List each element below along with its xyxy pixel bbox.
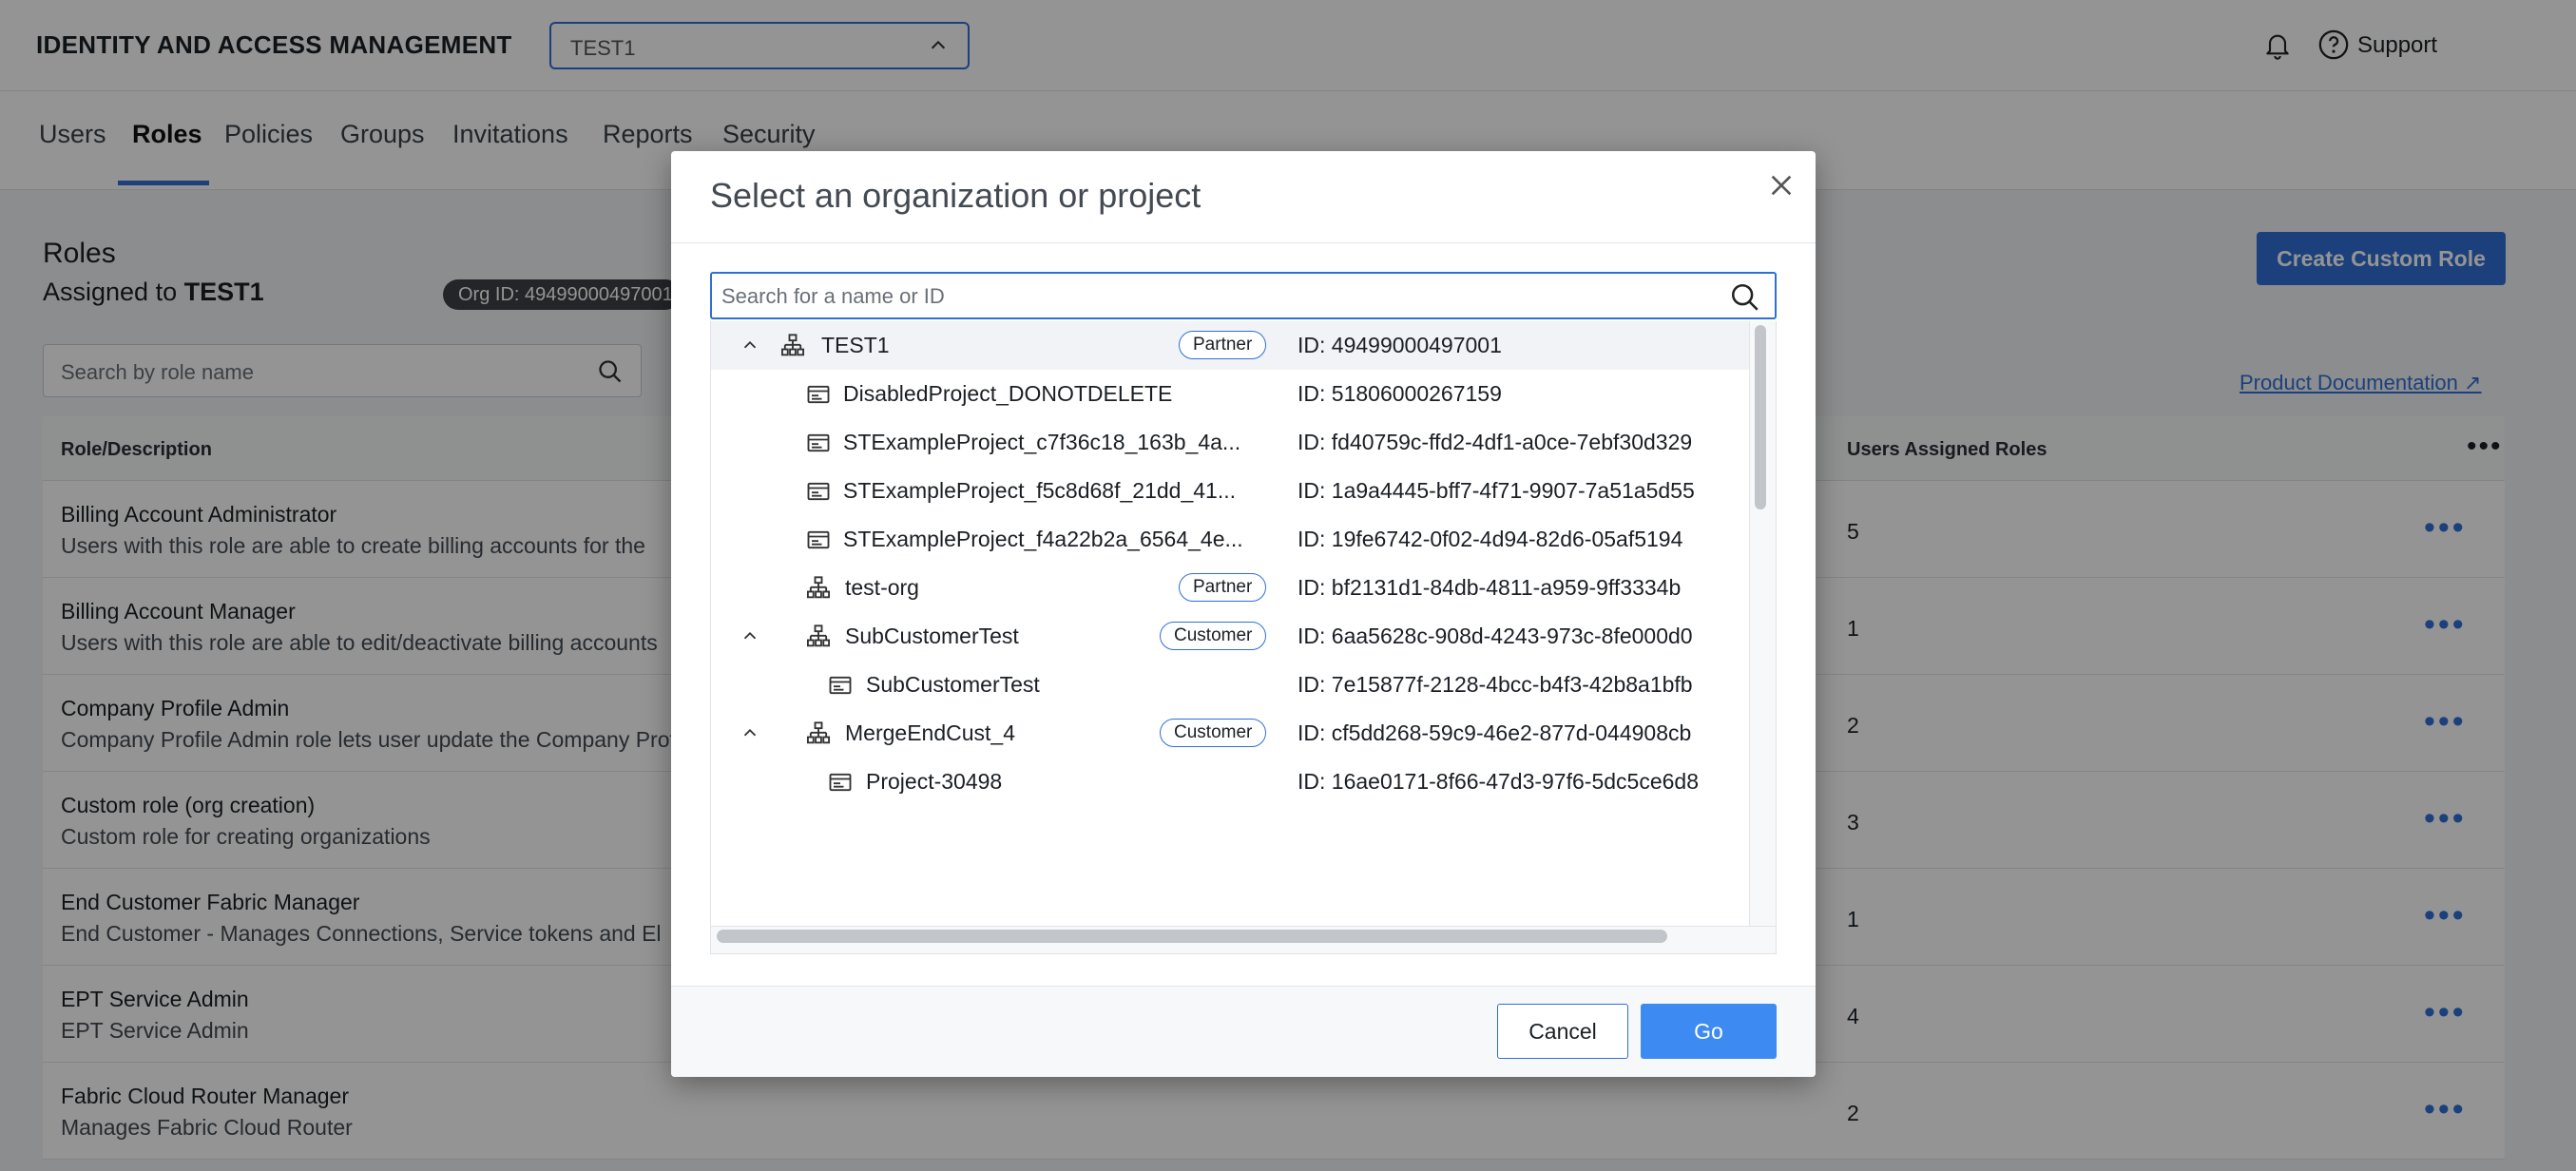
modal-divider <box>671 242 1816 243</box>
organization-icon <box>779 333 806 359</box>
chevron-up-icon[interactable] <box>740 625 760 646</box>
tree-row-organization[interactable]: MergeEndCust_4 Customer ID: cf5dd268-59c9-… <box>711 709 1749 758</box>
tree-item-name: STExampleProject_f5c8d68f_21dd_41... <box>843 478 1236 503</box>
tree-item-id: ID: 19fe6742-0f02-4d94-82d6-05af5194 <box>1298 527 1683 551</box>
tree-item-name: test-org <box>845 575 919 600</box>
project-icon <box>805 430 832 456</box>
org-search-input[interactable] <box>721 279 1701 314</box>
organization-icon <box>805 575 832 602</box>
go-button[interactable]: Go <box>1641 1004 1777 1059</box>
tree-item-id: ID: bf2131d1-84db-4811-a959-9ff3334b <box>1298 575 1682 600</box>
tree-item-name: MergeEndCust_4 <box>845 720 1015 745</box>
tree-item-id: ID: 49499000497001 <box>1298 333 1502 357</box>
organization-icon <box>805 720 832 747</box>
chevron-up-icon[interactable] <box>740 722 760 743</box>
tree-row-organization[interactable]: test-org Partner ID: bf2131d1-84db-4811-a9… <box>711 564 1749 612</box>
select-org-modal: Select an organization or project Projec… <box>671 151 1816 1077</box>
tree-row-project[interactable]: SubCustomerTest ID: 7e15877f-2128-4bcc-b4… <box>711 661 1749 709</box>
org-search-field[interactable] <box>710 272 1777 319</box>
tree-row-organization[interactable]: TEST1 Partner ID: 49499000497001 <box>711 321 1749 370</box>
tree-item-id: ID: cf5dd268-59c9-46e2-877d-044908cb <box>1298 720 1692 745</box>
modal-title: Select an organization or project <box>710 176 1201 215</box>
tree-row-organization[interactable]: SubCustomerTest Customer ID: 6aa5628c-908d… <box>711 612 1749 661</box>
close-icon[interactable] <box>1766 170 1797 201</box>
project-icon <box>805 527 832 553</box>
tree-item-name: SubCustomerTest <box>845 624 1019 648</box>
project-icon <box>827 672 854 699</box>
tree-item-name: STExampleProject_c7f36c18_163b_4a... <box>843 430 1241 454</box>
type-badge: Partner <box>1179 331 1267 359</box>
project-icon <box>805 478 832 505</box>
tree-item-name: Project-30498 <box>866 769 1003 794</box>
tree-row-project[interactable]: DisabledProject_DONOTDELETE ID: 518060002… <box>711 370 1749 418</box>
type-badge: Partner <box>1179 573 1267 602</box>
tree-row-project[interactable]: STExampleProject_c7f36c18_163b_4a... ID: … <box>711 418 1749 467</box>
tree-item-name: DisabledProject_DONOTDELETE <box>843 381 1173 406</box>
project-icon <box>805 381 832 408</box>
org-project-tree: Project-30498 ID: 16ae0171-8f66-47d3-97f6… <box>710 321 1777 954</box>
project-icon <box>827 769 854 796</box>
tree-item-id: ID: 51806000267159 <box>1298 381 1502 406</box>
tree-item-id: ID: 16ae0171-8f66-47d3-97f6-5dc5ce6d8 <box>1298 769 1699 794</box>
tree-item-name: TEST1 <box>821 333 890 357</box>
type-badge: Customer <box>1160 719 1267 747</box>
organization-icon <box>805 624 832 650</box>
tree-item-id: ID: 1a9a4445-bff7-4f71-9907-7a51a5d55 <box>1298 478 1695 503</box>
horizontal-scrollbar-thumb[interactable] <box>717 930 1667 943</box>
modal-footer: Cancel Go <box>671 986 1816 1077</box>
vertical-scrollbar-thumb[interactable] <box>1755 325 1766 509</box>
tree-item-id: ID: 6aa5628c-908d-4243-973c-8fe000d0 <box>1298 624 1693 648</box>
tree-item-name: SubCustomerTest <box>866 672 1040 697</box>
tree-row-project[interactable]: STExampleProject_f4a22b2a_6564_4e... ID: … <box>711 515 1749 564</box>
search-icon[interactable] <box>1729 281 1761 314</box>
cancel-button[interactable]: Cancel <box>1497 1004 1628 1059</box>
tree-row-project[interactable]: Project-30498 ID: 16ae0171-8f66-47d3-97f6… <box>711 758 1749 806</box>
tree-item-id: ID: fd40759c-ffd2-4df1-a0ce-7ebf30d329 <box>1298 430 1693 454</box>
chevron-up-icon[interactable] <box>740 335 760 355</box>
tree-item-name: STExampleProject_f4a22b2a_6564_4e... <box>843 527 1243 551</box>
tree-row-project[interactable]: STExampleProject_f5c8d68f_21dd_41... ID: … <box>711 467 1749 515</box>
type-badge: Customer <box>1160 622 1267 650</box>
tree-item-id: ID: 7e15877f-2128-4bcc-b4f3-42b8a1bfb <box>1298 672 1693 697</box>
